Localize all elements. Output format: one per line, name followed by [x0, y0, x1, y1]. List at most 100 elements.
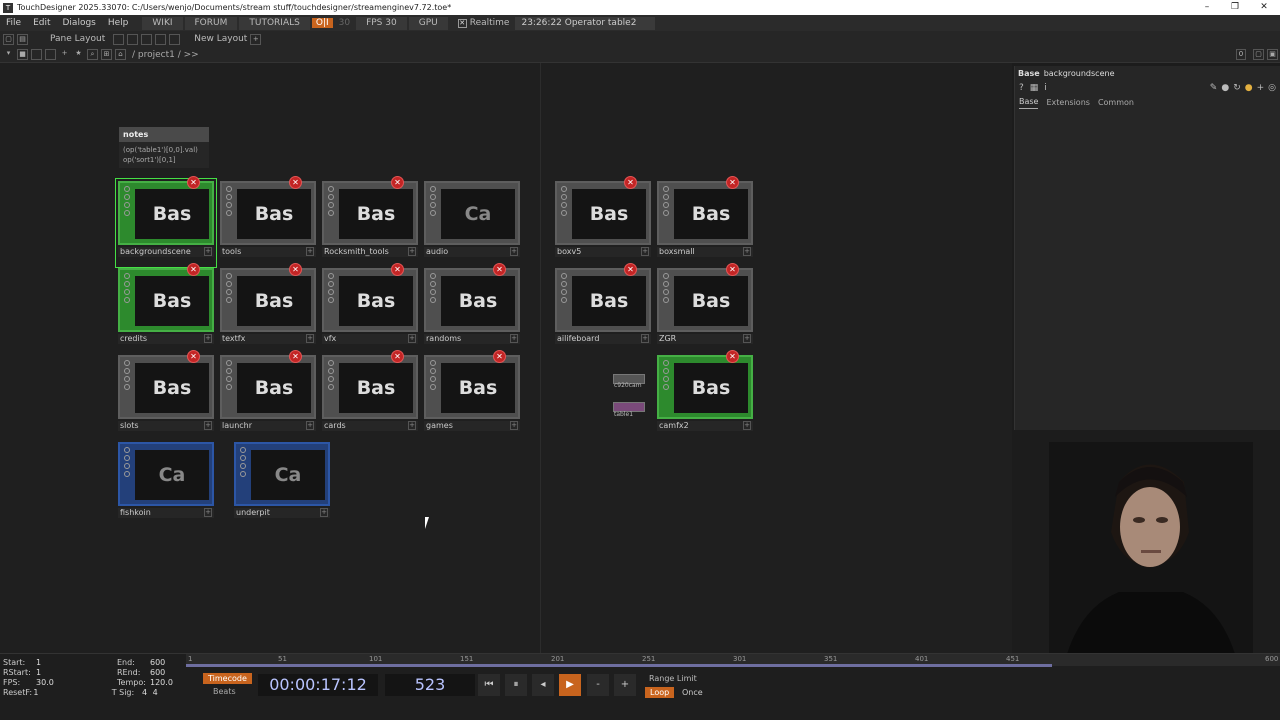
operator-tile[interactable]: Bas: [322, 355, 418, 419]
toggle-icon[interactable]: [430, 289, 436, 295]
toggle-icon[interactable]: [124, 455, 130, 461]
toggle-icon[interactable]: [328, 289, 334, 295]
layout-2-icon[interactable]: [127, 33, 139, 45]
bypass-x-icon[interactable]: ✕: [726, 350, 739, 363]
operator-vfx[interactable]: Bas vfx + ✕: [322, 263, 418, 352]
frame-display[interactable]: 523: [385, 674, 475, 696]
toggle-icon[interactable]: [124, 368, 130, 374]
gpu-button[interactable]: GPU: [408, 16, 448, 30]
toggle-icon[interactable]: [663, 297, 669, 303]
toggle-icon[interactable]: [240, 455, 246, 461]
toggle-icon[interactable]: [663, 281, 669, 287]
timecode-toggle[interactable]: Timecode: [203, 673, 252, 684]
toggle-icon[interactable]: [226, 368, 232, 374]
operator-name[interactable]: vfx +: [322, 334, 418, 344]
operator-name[interactable]: audio +: [424, 247, 520, 257]
add-icon[interactable]: +: [408, 421, 416, 430]
operator-preview[interactable]: Bas: [441, 276, 515, 326]
bypass-x-icon[interactable]: ✕: [391, 263, 404, 276]
forward-icon[interactable]: [45, 49, 56, 60]
operator-backgroundscene[interactable]: Bas backgroundscene + ✕: [115, 176, 217, 268]
toggle-icon[interactable]: [240, 463, 246, 469]
operator-tools[interactable]: Bas tools + ✕: [220, 176, 316, 265]
operator-name[interactable]: slots +: [118, 421, 214, 431]
toggle-icon[interactable]: [663, 289, 669, 295]
close-pane-icon[interactable]: ▣: [1267, 49, 1278, 60]
operator-preview[interactable]: Bas: [339, 189, 413, 239]
operator-name[interactable]: tools +: [220, 247, 316, 257]
toggle-icon[interactable]: [561, 202, 567, 208]
bypass-x-icon[interactable]: ✕: [187, 263, 200, 276]
operator-preview[interactable]: Bas: [135, 363, 209, 413]
toggle-icon[interactable]: [430, 202, 436, 208]
operator-tile[interactable]: Bas: [555, 268, 651, 332]
toggle-icon[interactable]: [226, 210, 232, 216]
toggle-icon[interactable]: [124, 289, 130, 295]
operator-tile[interactable]: Bas: [118, 355, 214, 419]
home-icon[interactable]: ⌂: [115, 49, 126, 60]
operator-cards[interactable]: Bas cards + ✕: [322, 350, 418, 439]
toggle-icon[interactable]: [663, 186, 669, 192]
operator-tile[interactable]: Bas: [220, 268, 316, 332]
grid-icon[interactable]: ⊞: [101, 49, 112, 60]
operator-name[interactable]: ailifeboard +: [555, 334, 651, 344]
operator-underpit[interactable]: Ca underpit +: [234, 442, 330, 526]
resetf-value[interactable]: 1: [33, 688, 63, 698]
add-icon[interactable]: +: [641, 247, 649, 256]
beats-toggle[interactable]: Beats: [208, 686, 241, 697]
python-icon[interactable]: ▦: [1030, 83, 1039, 93]
add-icon[interactable]: +: [306, 247, 314, 256]
toggle-icon[interactable]: [561, 273, 567, 279]
toggle-icon[interactable]: [124, 297, 130, 303]
step-back-button[interactable]: ◂: [532, 674, 554, 696]
toggle-icon[interactable]: [430, 186, 436, 192]
operator-name[interactable]: boxsmall +: [657, 247, 753, 257]
operator-name[interactable]: randoms +: [424, 334, 520, 344]
toggle-icon[interactable]: [561, 194, 567, 200]
operator-name[interactable]: ZGR +: [657, 334, 753, 344]
split-icon[interactable]: ▤: [17, 33, 28, 45]
bypass-x-icon[interactable]: ✕: [726, 176, 739, 189]
loop-button[interactable]: Loop: [645, 687, 675, 698]
minimize-icon[interactable]: –: [1192, 0, 1222, 15]
toggle-icon[interactable]: [430, 297, 436, 303]
add-icon[interactable]: +: [204, 247, 212, 256]
toggle-icon[interactable]: [226, 360, 232, 366]
operator-ZGR[interactable]: Bas ZGR + ✕: [657, 263, 753, 352]
realtime-toggle[interactable]: ✕ Realtime: [457, 18, 509, 28]
toggle-icon[interactable]: [226, 186, 232, 192]
bypass-x-icon[interactable]: ✕: [289, 350, 302, 363]
zoom-icon[interactable]: ⌕: [87, 49, 98, 60]
toggle-icon[interactable]: [124, 210, 130, 216]
operator-tile[interactable]: Bas: [220, 355, 316, 419]
bypass-x-icon[interactable]: ✕: [187, 176, 200, 189]
add-icon[interactable]: +: [204, 421, 212, 430]
toggle-icon[interactable]: [328, 360, 334, 366]
toggle-icon[interactable]: [328, 194, 334, 200]
bookmark-icon[interactable]: ★: [73, 49, 84, 60]
toggle-icon[interactable]: [561, 281, 567, 287]
rstart-value[interactable]: 1: [36, 668, 69, 678]
operator-preview[interactable]: Bas: [441, 363, 515, 413]
tab-common[interactable]: Common: [1098, 98, 1134, 109]
toggle-icon[interactable]: [226, 273, 232, 279]
add-icon[interactable]: +: [408, 334, 416, 343]
operator-preview[interactable]: Bas: [135, 276, 209, 326]
bypass-x-icon[interactable]: ✕: [391, 350, 404, 363]
operator-boxsmall[interactable]: Bas boxsmall + ✕: [657, 176, 753, 265]
toggle-icon[interactable]: [561, 289, 567, 295]
menu-help[interactable]: Help: [102, 18, 135, 28]
toggle-icon[interactable]: [328, 297, 334, 303]
operator-tile[interactable]: Bas: [424, 355, 520, 419]
operator-preview[interactable]: Bas: [135, 189, 209, 239]
operator-preview[interactable]: Bas: [237, 189, 311, 239]
toggle-icon[interactable]: [124, 281, 130, 287]
timecode-display[interactable]: 00:00:17:12: [258, 674, 378, 696]
add-icon[interactable]: +: [743, 334, 751, 343]
toggle-icon[interactable]: [663, 202, 669, 208]
operator-name[interactable]: Rocksmith_tools +: [322, 247, 418, 257]
toggle-icon[interactable]: [226, 384, 232, 390]
toggle-icon[interactable]: [124, 384, 130, 390]
toggle-icon[interactable]: [328, 384, 334, 390]
toggle-icon[interactable]: [226, 376, 232, 382]
